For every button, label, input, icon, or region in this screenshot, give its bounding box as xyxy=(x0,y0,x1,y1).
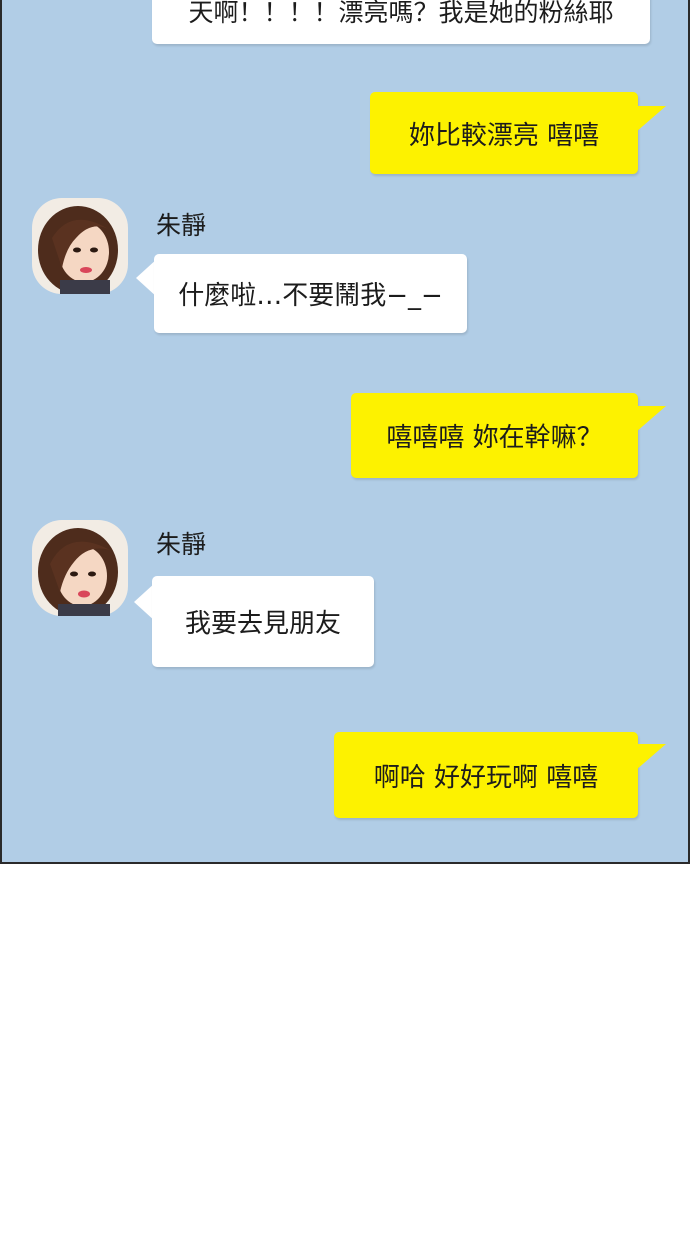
chat-panel: 天啊！！！！漂亮嗎？我是她的粉絲耶 妳比較漂亮 嘻嘻 朱靜 什麼啦…不要鬧我−_… xyxy=(0,0,690,864)
sender-name: 朱靜 xyxy=(156,211,207,240)
bubble-tail xyxy=(636,406,666,432)
avatar-portrait-icon xyxy=(32,198,128,294)
message-text: 嘻嘻嘻 妳在幹嘛？ xyxy=(386,423,603,453)
sender-name: 朱靜 xyxy=(156,530,207,559)
incoming-message: 我要去見朋友 xyxy=(152,576,374,667)
incoming-message: 什麼啦…不要鬧我−_− xyxy=(154,254,467,333)
message-text: 啊哈 好好玩啊 嘻嘻 xyxy=(373,762,599,793)
bubble-tail xyxy=(636,106,666,132)
message-text: 妳比較漂亮 嘻嘻 xyxy=(408,120,600,151)
message-text: 我要去見朋友 xyxy=(184,609,341,639)
bubble-tail xyxy=(636,744,666,770)
outgoing-message: 妳比較漂亮 嘻嘻 xyxy=(370,92,638,174)
message-text: 天啊！！！！漂亮嗎？我是她的粉絲耶 xyxy=(188,0,614,27)
incoming-message: 天啊！！！！漂亮嗎？我是她的粉絲耶 xyxy=(152,0,650,44)
outgoing-message: 嘻嘻嘻 妳在幹嘛？ xyxy=(351,393,638,478)
avatar-portrait-icon xyxy=(32,520,128,616)
outgoing-message: 啊哈 好好玩啊 嘻嘻 xyxy=(334,732,638,818)
message-text: 什麼啦…不要鬧我−_− xyxy=(178,281,443,311)
contact-avatar[interactable] xyxy=(32,198,128,294)
contact-avatar[interactable] xyxy=(32,520,128,616)
